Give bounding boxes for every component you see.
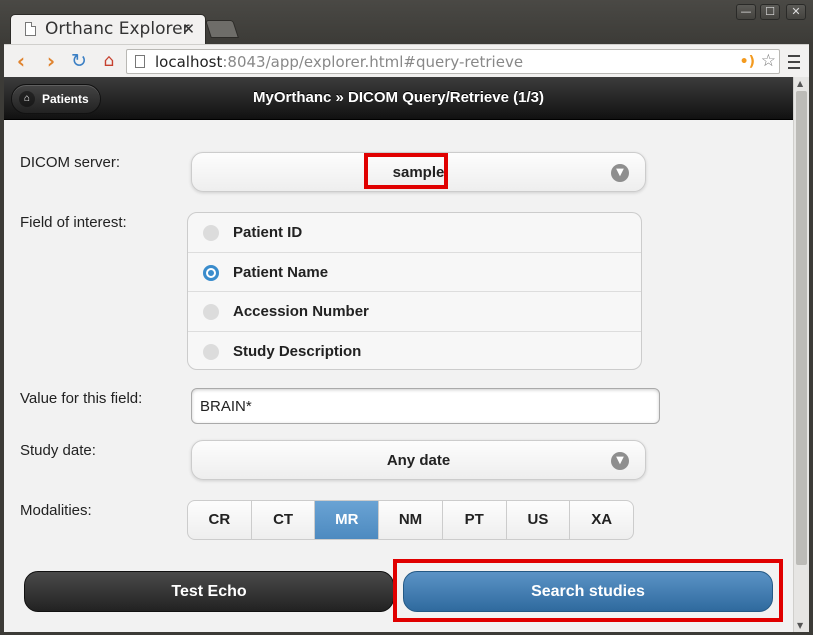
server-label: DICOM server: <box>20 154 121 171</box>
search-highlight-box <box>393 559 783 622</box>
browser-toolbar: ‹ › ↻ ⌂ localhost:8043/app/explorer.html… <box>4 44 809 77</box>
forward-arrow-icon[interactable]: › <box>40 50 62 72</box>
app-header: ⌂ Patients MyOrthanc » DICOM Query/Retri… <box>4 77 793 120</box>
field-radio-group: Patient ID Patient Name Accession Number… <box>187 212 642 370</box>
radio-label: Patient ID <box>233 224 303 241</box>
radio-label: Accession Number <box>233 303 369 320</box>
chevron-down-icon: ▼ <box>611 164 629 182</box>
chevron-down-icon: ▼ <box>611 452 629 470</box>
modalities-label: Modalities: <box>20 502 92 519</box>
server-highlight-box <box>364 153 448 189</box>
modalities-group: CR CT MR NM PT US XA <box>187 500 634 540</box>
document-icon <box>25 22 36 36</box>
scroll-down-icon[interactable]: ▼ <box>797 621 803 630</box>
url-text: localhost:8043/app/explorer.html#query-r… <box>155 53 524 71</box>
browser-titlebar: Orthanc Explorer ✕ — ☐ ✕ <box>0 0 813 44</box>
radio-patient-id[interactable]: Patient ID <box>188 213 641 253</box>
radio-button-selected-icon <box>203 264 219 281</box>
modality-pt-button[interactable]: PT <box>443 501 507 539</box>
window-minimize-button[interactable]: — <box>736 4 756 20</box>
modality-mr-button[interactable]: MR <box>315 501 380 539</box>
new-tab-button[interactable] <box>205 20 239 38</box>
menu-icon[interactable] <box>785 51 803 71</box>
modality-xa-button[interactable]: XA <box>570 501 633 539</box>
date-select-value: Any date <box>386 452 451 469</box>
tab-title: Orthanc Explorer <box>45 19 190 39</box>
modality-nm-button[interactable]: NM <box>379 501 443 539</box>
reload-icon[interactable]: ↻ <box>68 50 90 72</box>
page-title: MyOrthanc » DICOM Query/Retrieve (1/3) <box>253 89 544 106</box>
bookmark-star-icon[interactable]: ☆ <box>761 51 776 71</box>
modality-cr-button[interactable]: CR <box>188 501 252 539</box>
radio-button-icon <box>203 304 219 320</box>
field-label: Field of interest: <box>20 214 127 231</box>
radio-patient-name[interactable]: Patient Name <box>188 253 641 292</box>
address-bar[interactable]: localhost:8043/app/explorer.html#query-r… <box>126 49 780 74</box>
radio-button-icon <box>203 225 219 241</box>
test-echo-button[interactable]: Test Echo <box>24 571 394 612</box>
scroll-up-icon[interactable]: ▲ <box>797 79 803 88</box>
scrollbar-thumb[interactable] <box>796 91 807 565</box>
back-arrow-icon[interactable]: ‹ <box>10 50 32 72</box>
date-select[interactable]: Any date ▼ <box>191 440 646 480</box>
browser-tab[interactable]: Orthanc Explorer ✕ <box>10 14 206 44</box>
modality-us-button[interactable]: US <box>507 501 571 539</box>
radio-accession-number[interactable]: Accession Number <box>188 292 641 332</box>
value-input[interactable] <box>191 388 660 424</box>
tab-close-icon[interactable]: ✕ <box>182 20 195 38</box>
modality-ct-button[interactable]: CT <box>252 501 316 539</box>
radio-study-description[interactable]: Study Description <box>188 332 641 370</box>
radio-label: Patient Name <box>233 263 329 281</box>
date-label: Study date: <box>20 442 96 459</box>
window-maximize-button[interactable]: ☐ <box>760 4 780 20</box>
page-icon <box>135 55 145 68</box>
vertical-scrollbar[interactable]: ▲ ▼ <box>793 77 809 632</box>
radio-button-icon <box>203 343 219 360</box>
home-icon[interactable]: ⌂ <box>98 50 120 72</box>
window-close-button[interactable]: ✕ <box>786 4 806 20</box>
page-viewport: ⌂ Patients MyOrthanc » DICOM Query/Retri… <box>4 77 809 632</box>
radio-label: Study Description <box>233 342 362 360</box>
rss-icon[interactable]: •) <box>740 54 755 70</box>
value-label: Value for this field: <box>20 390 143 407</box>
